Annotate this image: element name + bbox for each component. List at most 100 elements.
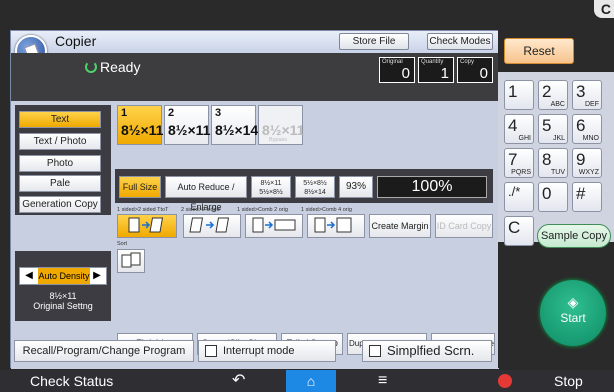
key-4[interactable]: 4 GHI [504, 114, 534, 144]
key-letters: TUV [551, 169, 565, 176]
key-clear[interactable]: C [504, 216, 534, 246]
start-button[interactable]: ◈ Start [540, 280, 606, 346]
reset-button[interactable]: Reset [504, 38, 574, 64]
key-5[interactable]: 5 JKL [538, 114, 568, 144]
key-1[interactable]: 1 [504, 80, 534, 110]
paper-tray-1-button[interactable]: 1 8½×11 [117, 105, 163, 145]
stop-button[interactable]: Stop [554, 370, 583, 392]
mode-generation-copy-button[interactable]: Generation Copy [19, 196, 101, 213]
preset-bottom: 8½×14 [304, 189, 326, 196]
app-title: Copier [55, 33, 97, 49]
reduce-preset-2-button[interactable]: 5½×8½ 8½×14 [295, 176, 335, 198]
combine-4-icon [314, 217, 352, 233]
check-status-button[interactable]: Check Status [30, 370, 113, 392]
create-margin-button[interactable]: Create Margin [369, 214, 431, 238]
screen-body: Text Text / Photo Photo Pale Generation … [11, 101, 499, 369]
device-panel: C Copier Store File Check Modes Ready Or… [0, 0, 614, 392]
key-6[interactable]: 6 MNO [572, 114, 602, 144]
interrupt-checkbox [205, 345, 217, 357]
key-hash[interactable]: # [572, 182, 602, 212]
key-digit: 1 [508, 82, 518, 101]
paper-bypass-button[interactable]: 8½×11 Bypass [258, 105, 304, 145]
original-size: 8½×11 [49, 291, 77, 301]
back-icon[interactable]: ↶ [232, 370, 245, 392]
full-size-button[interactable]: Full Size [119, 176, 161, 198]
key-digit: 4 [508, 116, 518, 135]
sort-button[interactable] [117, 249, 145, 273]
key-dot-star[interactable]: ./* [504, 182, 534, 212]
sample-copy-button[interactable]: Sample Copy [537, 224, 611, 248]
tray-size: 8½×11 [168, 122, 211, 138]
key-letters: WXYZ [578, 169, 599, 176]
combine-4-button[interactable] [307, 214, 365, 238]
key-digit: C [508, 218, 521, 237]
quantity-counter: Quantity 1 [418, 57, 454, 83]
key-digit: 5 [542, 116, 552, 135]
combine-label-3: 1 sided>Comb 2 orig [237, 207, 288, 213]
hardware-panel: Reset 1 2 ABC 3 DEF 4 GHI 5 JKL 6 MNO 7 PQRS 8… [498, 30, 614, 368]
auto-density-button[interactable]: Auto Density [38, 268, 90, 284]
ready-icon [85, 61, 97, 73]
copy-value: 0 [479, 65, 488, 82]
original-label: Original [382, 59, 403, 65]
density-right-button[interactable]: ▶ [90, 269, 104, 283]
start-label: Start [560, 311, 586, 325]
zoom-93-button[interactable]: 93% [339, 176, 373, 198]
stop-icon [498, 374, 512, 388]
system-nav-bar: Check Status ↶ ⌂ ≡ Stop [0, 370, 614, 392]
home-icon[interactable]: ⌂ [286, 370, 336, 392]
tray-number: 2 [168, 107, 175, 119]
mode-photo-button[interactable]: Photo [19, 155, 101, 172]
preset-top: 5½×8½ [303, 180, 327, 187]
key-letters: ABC [550, 101, 565, 108]
key-digit: 9 [576, 150, 586, 169]
key-3[interactable]: 3 DEF [572, 80, 602, 110]
key-0[interactable]: 0 [538, 182, 568, 212]
key-8[interactable]: 8 TUV [538, 148, 568, 178]
key-7[interactable]: 7 PQRS [504, 148, 534, 178]
duplex-1to2-button[interactable] [117, 214, 177, 238]
sort-icon [121, 252, 141, 268]
combine-2-icon [252, 217, 296, 233]
sort-label: Sort [117, 241, 128, 247]
simplified-checkbox [369, 345, 381, 357]
numeric-keypad: 1 2 ABC 3 DEF 4 GHI 5 JKL 6 MNO 7 PQRS 8 TUV 9W… [498, 72, 614, 246]
key-letters: PQRS [511, 169, 531, 176]
mode-pale-button[interactable]: Pale [19, 175, 101, 192]
combine-2-button[interactable] [245, 214, 303, 238]
duplex-2to2-button[interactable] [183, 214, 241, 238]
interrupt-mode-button[interactable]: Interrupt mode [198, 340, 336, 362]
tray-size: 8½×14 [215, 122, 259, 138]
mode-text-button[interactable]: Text [19, 111, 101, 128]
key-digit: 8 [542, 150, 552, 169]
auto-reduce-button[interactable]: Auto Reduce / Enlarge [165, 176, 247, 212]
store-file-button[interactable]: Store File [339, 33, 409, 50]
mode-text-photo-button[interactable]: Text / Photo [19, 133, 101, 150]
combine-label-1: 1 sided>2 sided TtoT [117, 207, 169, 213]
duplex-icon [128, 217, 164, 233]
id-card-copy-button[interactable]: ID Card Copy [435, 214, 493, 238]
combine-label-2: 2 sided>2 sided [181, 207, 220, 213]
preset-bottom: 5½×8½ [259, 189, 283, 196]
recall-program-button[interactable]: Recall/Program/Change Program [14, 340, 194, 362]
paper-tray-3-button[interactable]: 3 8½×14 [211, 105, 259, 145]
check-modes-button[interactable]: Check Modes [427, 33, 493, 50]
paper-tray-2-button[interactable]: 2 8½×11 [164, 105, 211, 145]
density-left-button[interactable]: ◀ [22, 269, 36, 283]
combine-label-4: 1 sided>Comb 4 orig [301, 207, 352, 213]
original-value: 0 [401, 65, 410, 82]
reduce-preset-1-button[interactable]: 8½×11 5½×8½ [251, 176, 291, 198]
original-setting-label: Original Settng [33, 301, 93, 311]
original-setting-button[interactable]: 8½×11 Original Settng [19, 291, 107, 317]
quantity-value: 1 [440, 65, 449, 82]
key-digit: 6 [576, 116, 586, 135]
menu-icon[interactable]: ≡ [378, 370, 387, 392]
key-2[interactable]: 2 ABC [538, 80, 568, 110]
duplex-2to2-icon [189, 217, 230, 233]
zoom-percentage-display: 100% [377, 176, 487, 198]
key-letters: MNO [582, 135, 599, 142]
corner-indicator: C [594, 0, 614, 18]
key-digit: 2 [542, 82, 552, 101]
simplified-screen-button[interactable]: Simplfied Scrn. [362, 340, 492, 362]
key-9[interactable]: 9 WXYZ [572, 148, 602, 178]
